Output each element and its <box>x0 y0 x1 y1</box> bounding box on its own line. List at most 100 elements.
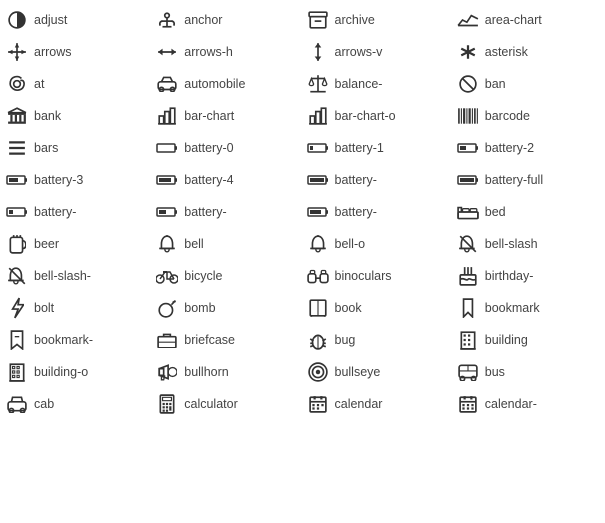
battery-full-icon <box>457 169 479 191</box>
list-item: automobile <box>152 68 302 100</box>
list-item: battery- <box>2 196 152 228</box>
list-item: cab <box>2 388 152 420</box>
icon-label: arrows-h <box>184 45 233 59</box>
briefcase-icon <box>156 329 178 351</box>
list-item: ban <box>453 68 603 100</box>
icon-label: area-chart <box>485 13 542 27</box>
icon-label: building-o <box>34 365 88 379</box>
icon-label: bank <box>34 109 61 123</box>
icon-label: battery-full <box>485 173 543 187</box>
icon-label: bicycle <box>184 269 222 283</box>
list-item: bomb <box>152 292 302 324</box>
list-item: battery-1 <box>303 132 453 164</box>
birthday-icon <box>457 265 479 287</box>
list-item: battery-2 <box>453 132 603 164</box>
calendar-icon <box>307 393 329 415</box>
bus-icon <box>457 361 479 383</box>
anchor-icon <box>156 9 178 31</box>
icon-label: bug <box>335 333 356 347</box>
list-item: battery- <box>152 196 302 228</box>
list-item: building <box>453 324 603 356</box>
list-item: bookmark <box>453 292 603 324</box>
list-item: battery-3 <box>2 164 152 196</box>
list-item: bank <box>2 100 152 132</box>
list-item: bullseye <box>303 356 453 388</box>
list-item: archive <box>303 4 453 36</box>
icon-label: battery-1 <box>335 141 384 155</box>
bookmark-icon <box>457 297 479 319</box>
list-item: bolt <box>2 292 152 324</box>
icon-label: battery- <box>184 205 226 219</box>
icon-label: bookmark- <box>34 333 93 347</box>
icon-label: cab <box>34 397 54 411</box>
ban-icon <box>457 73 479 95</box>
list-item: calculator <box>152 388 302 420</box>
icon-label: battery-0 <box>184 141 233 155</box>
icon-label: bar-chart <box>184 109 234 123</box>
list-item: anchor <box>152 4 302 36</box>
list-item: bell <box>152 228 302 260</box>
list-item: book <box>303 292 453 324</box>
list-item: bed <box>453 196 603 228</box>
list-item: arrows-v <box>303 36 453 68</box>
battery-2-icon <box>457 137 479 159</box>
list-item: bell-o <box>303 228 453 260</box>
list-item: battery-full <box>453 164 603 196</box>
icon-label: battery- <box>335 173 377 187</box>
at-icon <box>6 73 28 95</box>
bell-icon <box>156 233 178 255</box>
icon-label: anchor <box>184 13 222 27</box>
battery-0-icon <box>156 137 178 159</box>
adjust-icon <box>6 9 28 31</box>
bookmark-2-icon <box>6 329 28 351</box>
bar-chart-o-icon <box>307 105 329 127</box>
list-item: calendar <box>303 388 453 420</box>
battery-6-icon <box>6 201 28 223</box>
icon-label: briefcase <box>184 333 235 347</box>
list-item: battery-4 <box>152 164 302 196</box>
icon-label: bus <box>485 365 505 379</box>
list-item: adjust <box>2 4 152 36</box>
list-item: briefcase <box>152 324 302 356</box>
archive-icon <box>307 9 329 31</box>
list-item: balance- <box>303 68 453 100</box>
bell-slash-icon <box>457 233 479 255</box>
list-item: bus <box>453 356 603 388</box>
icon-grid: adjust anchor archive area-chart arrows arrow… <box>0 0 605 424</box>
bell-o-icon <box>307 233 329 255</box>
list-item: bookmark- <box>2 324 152 356</box>
book-icon <box>307 297 329 319</box>
icon-label: binoculars <box>335 269 392 283</box>
icon-label: archive <box>335 13 375 27</box>
icon-label: at <box>34 77 44 91</box>
icon-label: battery- <box>34 205 76 219</box>
icon-label: bullhorn <box>184 365 228 379</box>
list-item: battery- <box>303 196 453 228</box>
icon-label: bookmark <box>485 301 540 315</box>
list-item: battery- <box>303 164 453 196</box>
icon-label: battery- <box>335 205 377 219</box>
bank-icon <box>6 105 28 127</box>
list-item: bar-chart-o <box>303 100 453 132</box>
list-item: arrows <box>2 36 152 68</box>
list-item: asterisk <box>453 36 603 68</box>
balance-icon <box>307 73 329 95</box>
bolt-icon <box>6 297 28 319</box>
icon-label: barcode <box>485 109 530 123</box>
bullhorn-icon <box>156 361 178 383</box>
icon-label: bed <box>485 205 506 219</box>
calendar-2-icon <box>457 393 479 415</box>
icon-label: bell <box>184 237 203 251</box>
icon-label: bar-chart-o <box>335 109 396 123</box>
arrows-h-icon <box>156 41 178 63</box>
asterisk-icon <box>457 41 479 63</box>
icon-label: calendar <box>335 397 383 411</box>
list-item: battery-0 <box>152 132 302 164</box>
list-item: birthday- <box>453 260 603 292</box>
building-o-icon <box>6 361 28 383</box>
list-item: bars <box>2 132 152 164</box>
automobile-icon <box>156 73 178 95</box>
bars-icon <box>6 137 28 159</box>
list-item: barcode <box>453 100 603 132</box>
list-item: bell-slash <box>453 228 603 260</box>
